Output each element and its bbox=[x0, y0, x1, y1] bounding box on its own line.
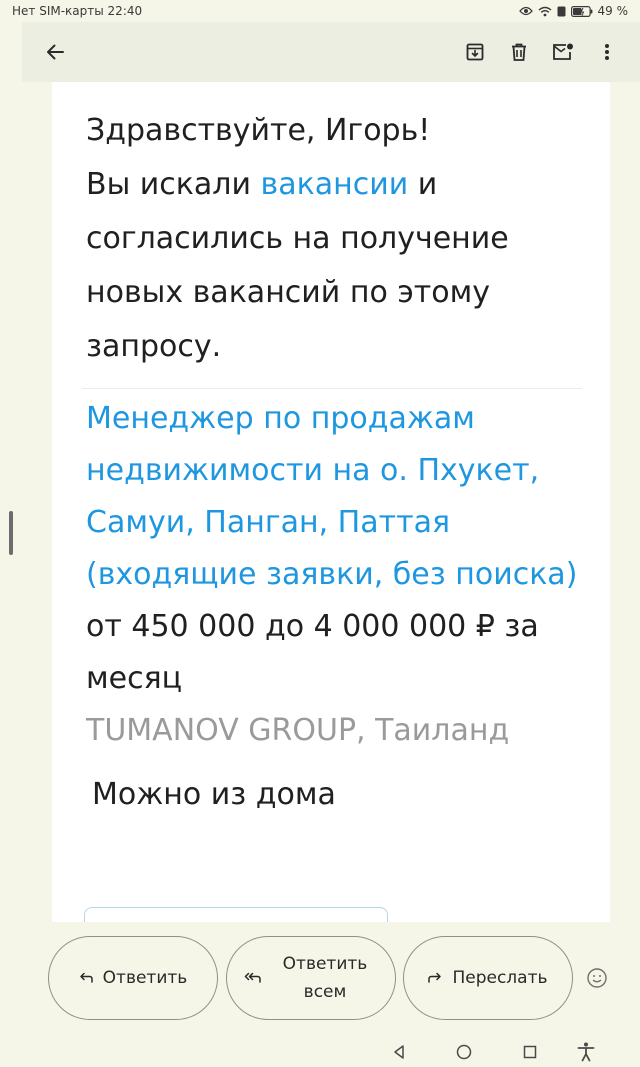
arrow-left-icon bbox=[45, 43, 65, 61]
next-card-outline bbox=[84, 907, 388, 922]
vacancy-remote-note: Можно из дома bbox=[92, 777, 336, 812]
reply-all-button[interactable]: Ответить всем bbox=[226, 936, 396, 1020]
battery-percent: 49 % bbox=[597, 4, 629, 18]
trash-icon bbox=[510, 42, 528, 62]
reply-all-label: Ответить всем bbox=[282, 954, 368, 1002]
battery-icon bbox=[570, 5, 593, 17]
app-bar bbox=[22, 22, 640, 82]
status-carrier-time: Нет SIM-карты 22:40 bbox=[12, 4, 143, 18]
delete-button[interactable] bbox=[500, 33, 538, 71]
nav-back-button[interactable] bbox=[387, 1040, 411, 1064]
mark-unread-icon bbox=[552, 43, 574, 61]
forward-button[interactable]: Переслать bbox=[403, 936, 573, 1020]
archive-icon bbox=[465, 42, 485, 62]
reply-label: Ответить bbox=[102, 968, 188, 988]
more-vert-icon bbox=[604, 43, 610, 61]
nav-accessibility-button[interactable] bbox=[574, 1040, 598, 1064]
vacancies-link[interactable]: вакансии bbox=[261, 167, 409, 202]
smiley-icon bbox=[585, 968, 609, 994]
back-button[interactable] bbox=[36, 33, 74, 71]
vacancy-title-link[interactable]: Менеджер по продажам недвижимости на о. … bbox=[86, 393, 578, 601]
accessibility-icon bbox=[574, 1040, 598, 1064]
mark-unread-button[interactable] bbox=[544, 33, 582, 71]
square-recents-icon bbox=[518, 1040, 542, 1064]
system-nav-bar bbox=[0, 1036, 640, 1067]
wifi-icon bbox=[538, 6, 552, 17]
nav-home-button[interactable] bbox=[452, 1040, 476, 1064]
emoji-reaction-button[interactable] bbox=[585, 966, 609, 990]
greeting-text: Здравствуйте, Игорь! Вы искали вакансии … bbox=[86, 104, 578, 374]
eye-icon bbox=[518, 6, 533, 16]
nav-recents-button[interactable] bbox=[518, 1040, 542, 1064]
status-icons: 49 % bbox=[518, 4, 629, 18]
data-saver-icon bbox=[557, 6, 566, 17]
archive-button[interactable] bbox=[456, 33, 494, 71]
scroll-handle[interactable] bbox=[9, 511, 13, 555]
intro-before: Вы искали bbox=[86, 167, 261, 202]
status-bar: Нет SIM-карты 22:40 49 % bbox=[0, 0, 640, 22]
vacancy-company: TUMANOV GROUP, Таиланд bbox=[86, 713, 510, 748]
triangle-back-icon bbox=[387, 1040, 411, 1064]
circle-home-icon bbox=[452, 1040, 476, 1064]
reply-bar: Ответить Ответить всем Переслать bbox=[0, 936, 640, 1022]
divider bbox=[82, 388, 582, 389]
forward-label: Переслать bbox=[452, 968, 548, 988]
more-options-button[interactable] bbox=[588, 33, 626, 71]
app-bar-actions bbox=[456, 33, 626, 71]
vacancy-salary: от 450 000 до 4 000 000 ₽ за месяц bbox=[86, 609, 539, 696]
reply-button[interactable]: Ответить bbox=[48, 936, 218, 1020]
reply-all-icon bbox=[243, 972, 261, 984]
forward-icon bbox=[428, 972, 442, 984]
email-body: Здравствуйте, Игорь! Вы искали вакансии … bbox=[52, 82, 610, 922]
reply-icon bbox=[79, 972, 93, 984]
greeting-line: Здравствуйте, Игорь! bbox=[86, 113, 431, 148]
